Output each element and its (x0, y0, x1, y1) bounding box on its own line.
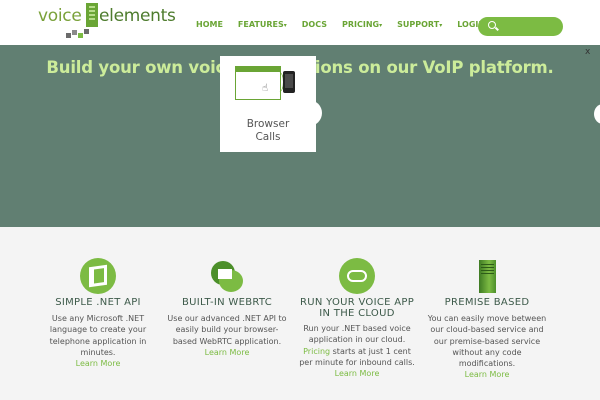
pricing-link[interactable]: Pricing (303, 347, 330, 356)
close-icon[interactable]: x (585, 47, 590, 57)
visual-studio-icon (80, 258, 116, 294)
logo-cubes-icon (66, 27, 96, 39)
nav-home[interactable]: HOME (196, 20, 223, 29)
feature-title: RUN YOUR VOICE APP IN THE CLOUD (292, 297, 422, 319)
nav-support[interactable]: SUPPORT▾ (397, 20, 442, 29)
chat-bubbles-icon (209, 258, 245, 294)
browser-calls-label-line2: Calls (255, 131, 281, 143)
nav-pricing-label: PRICING (342, 20, 380, 29)
nav-support-label: SUPPORT (397, 20, 440, 29)
feature-description: You can easily move between our cloud-ba… (422, 313, 552, 381)
feature-desc-line: Use our advanced .NET API to (167, 314, 287, 323)
feature-desc-line: minutes. (80, 347, 116, 357)
feature-desc-line: our premise-based service (433, 336, 541, 346)
smartphone-icon (283, 71, 295, 93)
nav-features[interactable]: FEATURES▾ (238, 20, 287, 29)
features-section: SIMPLE .NET API Use any Microsoft .NET l… (0, 227, 600, 400)
feature-desc-line: easily build your browser- (175, 325, 279, 335)
browser-calls-label-line1: Browser (246, 118, 290, 130)
feature-desc-line: per minute for inbound calls. (299, 357, 415, 367)
feature-desc-line: modifications. (458, 359, 516, 369)
logo-tower-icon (86, 3, 98, 27)
nav-home-label: HOME (196, 20, 223, 29)
search-input[interactable] (478, 17, 563, 36)
feature-desc-line: language to create your (49, 325, 147, 335)
feature-title-line2: IN THE CLOUD (319, 308, 395, 319)
hand-pointer-icon: ☝ (262, 83, 269, 94)
chevron-down-icon: ▾ (379, 22, 383, 29)
feature-title: PREMISE BASED (444, 297, 530, 308)
learn-more-link[interactable]: Learn More (162, 347, 292, 358)
nav-features-label: FEATURES (237, 20, 284, 29)
site-header: voice elements HOME FEATURES▾ DOCS PRICI… (0, 0, 600, 45)
browser-calls-label: Browser Calls (220, 118, 316, 144)
feature-desc-line: You can easily move between (427, 314, 547, 323)
nav-docs-label: DOCS (301, 20, 328, 29)
feature-desc-line: Use any Microsoft .NET (51, 314, 145, 323)
cloud-icon (339, 258, 375, 294)
feature-desc-line: without any code (452, 347, 522, 357)
logo-text-voice: voice (38, 6, 82, 26)
learn-more-link[interactable]: Learn More (422, 369, 552, 380)
server-icon (469, 258, 505, 294)
nav-pricing[interactable]: PRICING▾ (342, 20, 382, 29)
logo-text-elements: elements (99, 6, 176, 26)
feature-desc-line: Run your .NET based voice (303, 324, 411, 333)
search-icon[interactable] (488, 21, 496, 29)
feature-desc-text: starts at just 1 cent (330, 346, 411, 356)
main-nav: HOME FEATURES▾ DOCS PRICING▾ SUPPORT▾ LO… (196, 20, 500, 29)
feature-title: SIMPLE .NET API (55, 297, 141, 308)
feature-description: Use our advanced .NET API to easily buil… (162, 313, 292, 358)
feature-description: Use any Microsoft .NET language to creat… (33, 313, 163, 369)
feature-description: Run your .NET based voice application in… (292, 323, 422, 379)
feature-desc-line: based WebRTC application. (172, 336, 282, 346)
chevron-down-icon: ▾ (439, 22, 443, 29)
feature-desc-line: Pricing starts at just 1 cent (292, 346, 422, 357)
nav-docs[interactable]: DOCS (302, 20, 327, 29)
voice-elements-logo[interactable]: voice elements (38, 3, 178, 39)
chevron-down-icon: ▾ (283, 22, 287, 29)
feature-title: BUILT-IN WEBRTC (181, 297, 273, 308)
feature-desc-line: our cloud-based service and (430, 325, 544, 335)
feature-title-line1: RUN YOUR VOICE APP (299, 297, 415, 308)
feature-desc-line: telephone application in (49, 336, 147, 346)
learn-more-link[interactable]: Learn More (292, 368, 422, 379)
feature-desc-line: application in our cloud. (308, 335, 406, 345)
learn-more-link[interactable]: Learn More (33, 358, 163, 369)
